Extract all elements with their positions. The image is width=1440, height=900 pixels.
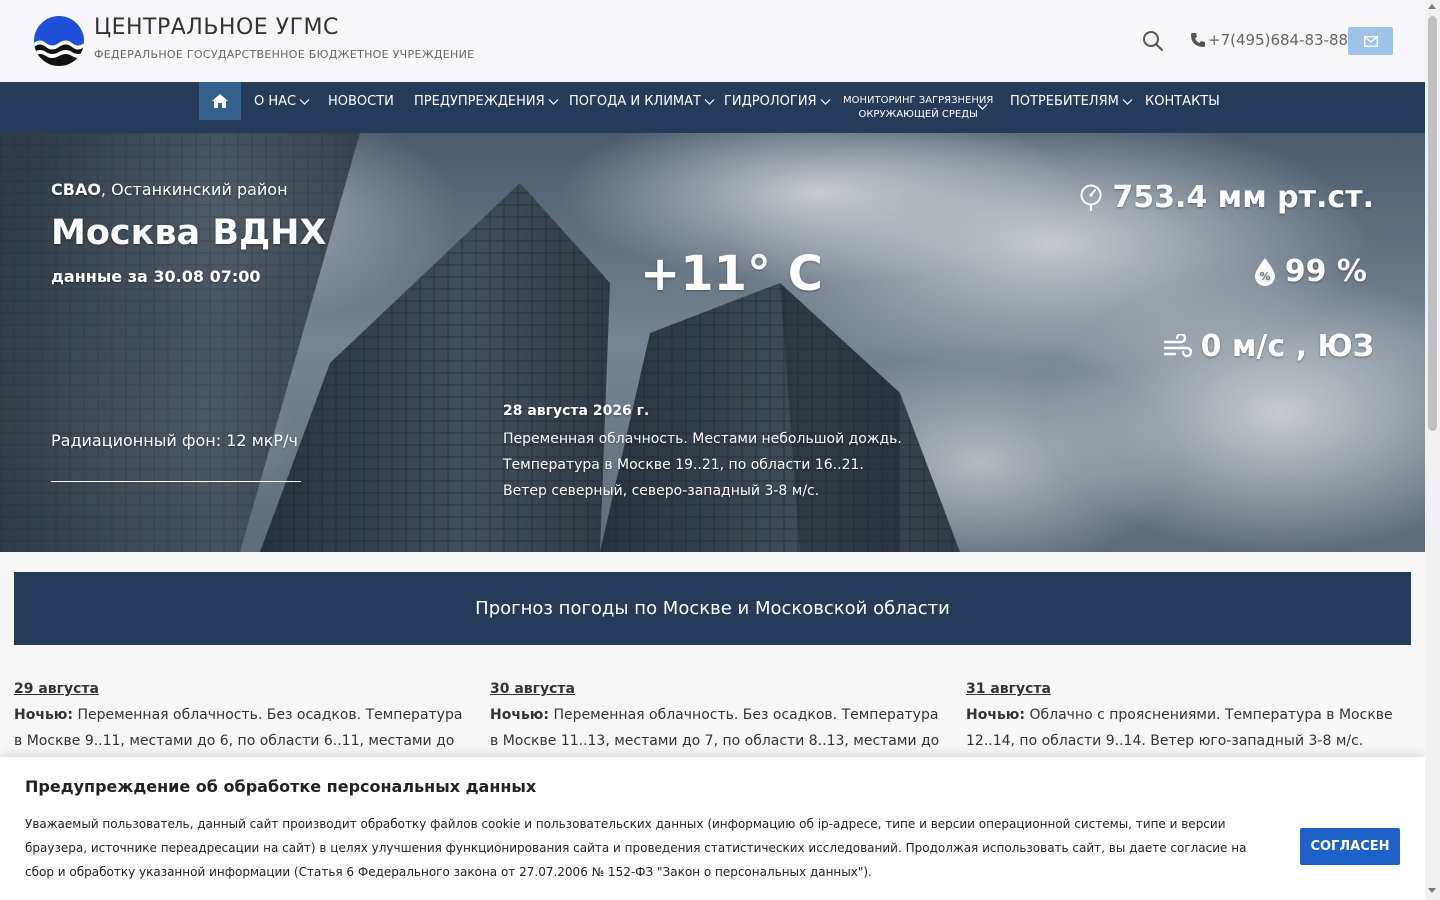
mail-icon xyxy=(1363,35,1378,47)
district: СВАО, Останкинский район xyxy=(51,180,288,199)
chevron-down-icon xyxy=(977,104,988,110)
weather-hero: СВАО, Останкинский район Москва ВДНХ дан… xyxy=(0,133,1425,552)
cookie-consent-banner: Предупреждение об обработке персональных… xyxy=(0,757,1425,900)
nav-pollution-label-2: ОКРУЖАЮЩЕЙ СРЕДЫ xyxy=(858,109,978,120)
forecast-heading: Прогноз погоды по Москве и Московской об… xyxy=(14,572,1411,645)
forecast-day-date[interactable]: 29 августа xyxy=(14,676,464,702)
night-label: Ночью: xyxy=(966,707,1026,723)
phone-icon xyxy=(1191,33,1205,47)
page-content: ЦЕНТРАЛЬНОЕ УГМС ФЕДЕРАЛЬНОЕ ГОСУДАРСТВЕ… xyxy=(0,0,1425,900)
radiation-level: Радиационный фон: 12 мкР/ч xyxy=(51,431,298,450)
nav-about-label: О НАС xyxy=(254,93,297,109)
chevron-down-icon xyxy=(299,98,310,105)
home-icon xyxy=(212,94,228,108)
forecast-day-text: Облачно с прояснениями. Температура в Мо… xyxy=(966,707,1393,749)
main-navigation: О НАС НОВОСТИ ПРЕДУПРЕЖДЕНИЯ ПОГОДА И КЛ… xyxy=(0,82,1425,133)
nav-home[interactable] xyxy=(199,82,241,120)
current-temperature: +11° C xyxy=(640,246,823,302)
wind-readout: 0 м/с , ЮЗ xyxy=(1163,329,1374,364)
site-header: ЦЕНТРАЛЬНОЕ УГМС ФЕДЕРАЛЬНОЕ ГОСУДАРСТВЕ… xyxy=(0,0,1425,82)
humidity-value: 99 % xyxy=(1284,254,1367,289)
nav-consumers-label: ПОТРЕБИТЕЛЯМ xyxy=(1010,93,1119,109)
scroll-up-arrow-icon[interactable] xyxy=(1428,4,1436,9)
short-forecast-date: 28 августа 2026 г. xyxy=(503,403,650,419)
site-subtitle: ФЕДЕРАЛЬНОЕ ГОСУДАРСТВЕННОЕ БЮДЖЕТНОЕ УЧ… xyxy=(94,48,475,61)
nav-warnings-label: ПРЕДУПРЕЖДЕНИЯ xyxy=(414,93,545,109)
chevron-down-icon xyxy=(704,98,715,105)
pressure-readout: 753.4 мм рт.ст. xyxy=(1078,180,1374,215)
forecast-day-date[interactable]: 30 августа xyxy=(490,676,940,702)
phone-link[interactable]: +7(495)684-83-88 xyxy=(1190,31,1348,49)
humidity-readout: % 99 % xyxy=(1253,254,1367,289)
forecast-day-date[interactable]: 31 августа xyxy=(966,676,1416,702)
scroll-thumb[interactable] xyxy=(1428,16,1437,431)
nav-consumers[interactable]: ПОТРЕБИТЕЛЯМ xyxy=(1010,82,1133,120)
agree-button[interactable]: СОГЛАСЕН xyxy=(1300,828,1400,865)
forecast-day: 31 августа Ночью: Облачно с прояснениями… xyxy=(966,676,1416,754)
nav-warnings[interactable]: ПРЕДУПРЕЖДЕНИЯ xyxy=(414,82,559,120)
night-label: Ночью: xyxy=(490,707,550,723)
barometer-icon xyxy=(1080,184,1102,211)
nav-weather-climate[interactable]: ПОГОДА И КЛИМАТ xyxy=(569,82,715,120)
wind-value: 0 м/с , ЮЗ xyxy=(1200,329,1374,364)
humidity-drop-icon: % xyxy=(1254,257,1275,286)
district-area: , Останкинский район xyxy=(100,180,288,199)
pressure-value: 753.4 мм рт.ст. xyxy=(1112,180,1374,215)
page: ЦЕНТРАЛЬНОЕ УГМС ФЕДЕРАЛЬНОЕ ГОСУДАРСТВЕ… xyxy=(0,0,1440,900)
district-okrug: СВАО xyxy=(51,180,101,199)
chevron-down-icon xyxy=(548,98,559,105)
nav-news-label: НОВОСТИ xyxy=(328,93,394,109)
site-title[interactable]: ЦЕНТРАЛЬНОЕ УГМС xyxy=(94,15,339,40)
scroll-down-arrow-icon[interactable] xyxy=(1428,888,1436,893)
night-label: Ночью: xyxy=(14,707,74,723)
nav-hydrology-label: ГИДРОЛОГИЯ xyxy=(724,93,817,109)
nav-contacts[interactable]: КОНТАКТЫ xyxy=(1145,82,1220,120)
data-timestamp: данные за 30.08 07:00 xyxy=(51,267,261,286)
nav-contacts-label: КОНТАКТЫ xyxy=(1145,93,1220,109)
nav-pollution-monitoring[interactable]: МОНИТОРИНГ ЗАГРЯЗНЕНИЯ ОКРУЖАЮЩЕЙ СРЕДЫ xyxy=(843,94,993,122)
nav-news[interactable]: НОВОСТИ xyxy=(328,82,394,120)
cookie-title: Предупреждение об обработке персональных… xyxy=(25,777,537,796)
logo-icon[interactable] xyxy=(34,16,84,66)
mail-button[interactable] xyxy=(1348,27,1393,55)
phone-number: +7(495)684-83-88 xyxy=(1208,31,1349,49)
radiation-divider xyxy=(51,481,301,482)
svg-text:%: % xyxy=(1259,270,1270,283)
forecast-heading-text: Прогноз погоды по Москве и Московской об… xyxy=(475,598,950,619)
nav-hydrology[interactable]: ГИДРОЛОГИЯ xyxy=(724,82,831,120)
nav-about[interactable]: О НАС xyxy=(254,82,310,120)
page-scrollbar[interactable] xyxy=(1425,0,1440,900)
nav-weather-climate-label: ПОГОДА И КЛИМАТ xyxy=(569,93,701,109)
search-icon[interactable] xyxy=(1141,29,1165,53)
cookie-text: Уважаемый пользователь, данный сайт прои… xyxy=(25,817,1247,879)
station-name: Москва ВДНХ xyxy=(51,213,327,253)
short-forecast-text: Переменная облачность. Местами небольшой… xyxy=(503,431,902,499)
chevron-down-icon xyxy=(820,98,831,105)
wind-icon xyxy=(1163,333,1192,357)
nav-pollution-label-1: МОНИТОРИНГ ЗАГРЯЗНЕНИЯ xyxy=(843,95,994,106)
chevron-down-icon xyxy=(1122,98,1133,105)
